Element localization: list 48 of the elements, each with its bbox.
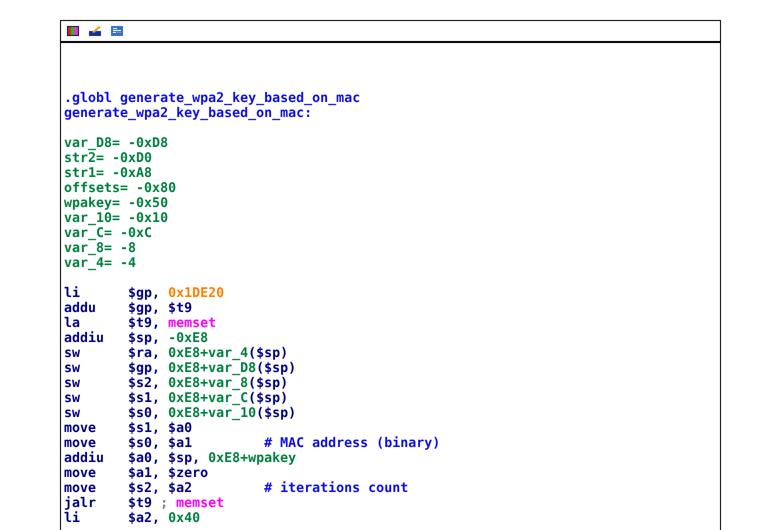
operand-text: $a1, $zero <box>128 466 208 481</box>
pencil-icon[interactable] <box>89 26 101 36</box>
mnemonic: sw <box>64 376 80 391</box>
operand-text: $s2, 0xE8+var_8($sp) <box>128 376 288 391</box>
mnemonic: la <box>64 316 80 331</box>
operand-text: $t9 ; memset <box>128 496 224 511</box>
variable-definition: wpakey= -0x50 <box>64 196 168 211</box>
mnemonic: addu <box>64 301 96 316</box>
mnemonic: move <box>64 481 96 496</box>
mnemonic: addiu <box>64 331 104 346</box>
function-label: generate_wpa2_key_based_on_mac: <box>64 106 312 121</box>
variable-definition: offsets= -0x80 <box>64 181 176 196</box>
operand-text: $a0, $sp, 0xE8+wpakey <box>128 451 296 466</box>
operand-text: $s0, 0xE8+var_10($sp) <box>128 406 296 421</box>
variable-definition: str1= -0xA8 <box>64 166 152 181</box>
operand-text: $s2, $a2 <box>128 481 192 496</box>
operand-text: $a2, 0x40 <box>128 511 200 526</box>
code-comment: # MAC address (binary) <box>264 436 440 451</box>
mnemonic: move <box>64 466 96 481</box>
mnemonic: addiu <box>64 451 104 466</box>
operand-text: $s1, $a0 <box>128 421 192 436</box>
variable-definition: str2= -0xD0 <box>64 151 152 166</box>
mnemonic: move <box>64 421 96 436</box>
code-comment: # iterations count <box>264 481 408 496</box>
operand-text: $ra, 0xE8+var_4($sp) <box>128 346 288 361</box>
mnemonic: sw <box>64 406 80 421</box>
variable-definition: var_8= -8 <box>64 241 136 256</box>
mnemonic: sw <box>64 346 80 361</box>
directive-text: .globl generate_wpa2_key_based_on_mac <box>64 91 360 106</box>
mnemonic: sw <box>64 361 80 376</box>
variable-definition: var_C= -0xC <box>64 226 152 241</box>
variable-definition: var_D8= -0xD8 <box>64 136 168 151</box>
operand-text: $gp, 0x1DE20 <box>128 286 224 301</box>
operand-text: $gp, $t9 <box>128 301 192 316</box>
text-view-icon[interactable] <box>111 26 123 36</box>
color-palette-icon[interactable] <box>67 26 79 36</box>
mnemonic: li <box>64 511 80 526</box>
operand-text: $t9, memset <box>128 316 216 331</box>
mnemonic: jalr <box>64 496 96 511</box>
operand-text: $sp, -0xE8 <box>128 331 208 346</box>
operand-text: $s0, $a1 <box>128 436 192 451</box>
mnemonic: li <box>64 286 80 301</box>
mnemonic: sw <box>64 391 80 406</box>
mnemonic: move <box>64 436 96 451</box>
variable-definition: var_4= -4 <box>64 256 136 271</box>
operand-text: $s1, 0xE8+var_C($sp) <box>128 391 288 406</box>
operand-text: $gp, 0xE8+var_D8($sp) <box>128 361 296 376</box>
variable-definition: var_10= -0x10 <box>64 211 168 226</box>
